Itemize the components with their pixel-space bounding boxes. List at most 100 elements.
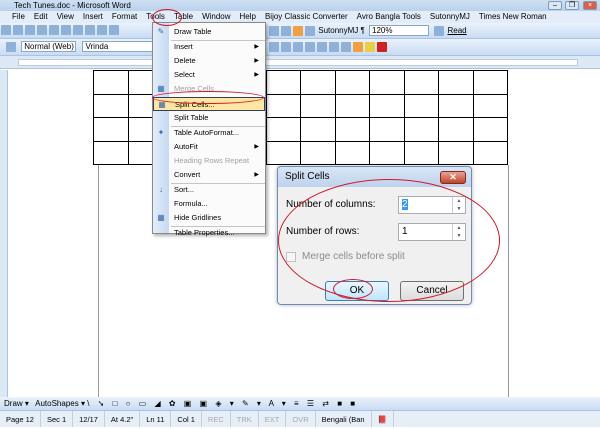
table-cell[interactable]	[265, 70, 301, 95]
submenu-arrow-icon: ▶	[254, 72, 259, 78]
menu-item-table-properties[interactable]: Table Properties...	[153, 226, 265, 240]
table-cell[interactable]	[265, 117, 301, 142]
menu-bijoy-classic-converter[interactable]: Bijoy Classic Converter	[265, 11, 348, 23]
standard-toolbar: SutonnyMJ ¶ 120% Read	[0, 23, 600, 39]
table-cell[interactable]	[300, 70, 336, 95]
table-cell[interactable]	[300, 93, 336, 118]
table-cell[interactable]	[472, 117, 508, 142]
annotation-circle	[278, 179, 500, 302]
status-ovr[interactable]: OVR	[286, 411, 316, 427]
spelling-icon[interactable]: 📕	[372, 411, 394, 427]
table-cell[interactable]	[403, 117, 439, 142]
menu-item-heading-rows-repeat[interactable]: Heading Rows Repeat	[153, 154, 265, 168]
table-cell[interactable]	[300, 140, 336, 165]
table-cell[interactable]	[438, 117, 474, 142]
menu-item-label: Table AutoFormat...	[174, 128, 240, 137]
menu-item-label: Draw Table	[174, 27, 212, 36]
menu-bar: File Edit View Insert Format Tools Table Window…	[0, 11, 600, 23]
menu-edit[interactable]: Edit	[34, 11, 48, 23]
table-cell[interactable]	[472, 140, 508, 165]
title-bar: Tech Tunes.doc - Microsoft Word – ❐ ×	[0, 0, 600, 11]
dialog-close-button[interactable]: ✕	[440, 171, 466, 184]
window-title: Tech Tunes.doc - Microsoft Word	[14, 1, 131, 10]
table-cell[interactable]	[334, 117, 370, 142]
table-cell[interactable]	[334, 140, 370, 165]
status-rec[interactable]: REC	[202, 411, 231, 427]
table-cell[interactable]	[472, 93, 508, 118]
submenu-arrow-icon: ▶	[254, 58, 259, 64]
draw-menu-button[interactable]: Draw	[4, 399, 23, 408]
menu-item-insert[interactable]: Insert ▶	[153, 40, 265, 54]
table-cell[interactable]	[403, 140, 439, 165]
table-cell[interactable]	[438, 140, 474, 165]
menu-item-split-table[interactable]: Split Table	[153, 111, 265, 125]
style-box[interactable]: Normal (Web)	[21, 41, 77, 52]
page-margin-line	[508, 165, 509, 397]
menu-item-delete[interactable]: Delete ▶	[153, 54, 265, 68]
table-cell[interactable]	[93, 117, 129, 142]
table-cell[interactable]	[438, 93, 474, 118]
menu-item-table-autoformat[interactable]: Table AutoFormat... ✦	[153, 126, 265, 140]
status-col: Col 1	[171, 411, 202, 427]
font-box[interactable]: Vrinda	[82, 41, 158, 52]
menu-item-label: Hide Gridlines	[174, 213, 222, 222]
vertical-ruler[interactable]	[0, 70, 8, 397]
table-cell[interactable]	[334, 93, 370, 118]
status-pages: 12/17	[73, 411, 105, 427]
autoshapes-button[interactable]: AutoShapes	[35, 399, 79, 408]
menu-insert[interactable]: Insert	[83, 11, 103, 23]
table-cell[interactable]	[369, 70, 405, 95]
minimize-button[interactable]: –	[548, 1, 562, 10]
status-ext[interactable]: EXT	[259, 411, 287, 427]
read-button[interactable]: Read	[448, 26, 467, 35]
zoom-box[interactable]: 120%	[369, 25, 430, 36]
restore-button[interactable]: ❐	[565, 1, 579, 10]
table-cell[interactable]	[403, 70, 439, 95]
table-cell[interactable]	[265, 140, 301, 165]
menu-item-label: Sort...	[174, 185, 195, 194]
pencil-icon: ✎	[157, 27, 165, 36]
menu-item-convert[interactable]: Convert ▶	[153, 168, 265, 182]
font-name-box[interactable]: SutonnyMJ	[318, 26, 358, 35]
table-cell[interactable]	[369, 117, 405, 142]
table-cell[interactable]	[334, 70, 370, 95]
menu-item-label: Formula...	[174, 199, 208, 208]
sort-icon: ↓	[159, 185, 163, 194]
page-margin-line	[98, 165, 99, 397]
menu-item-formula[interactable]: Formula...	[153, 197, 265, 211]
table-cell[interactable]	[300, 117, 336, 142]
table-cell[interactable]	[93, 70, 129, 95]
table-cell[interactable]	[265, 93, 301, 118]
table-cell[interactable]	[369, 140, 405, 165]
horizontal-ruler[interactable]	[0, 56, 600, 69]
status-trk[interactable]: TRK	[231, 411, 259, 427]
menu-file[interactable]: File	[12, 11, 25, 23]
menu-item-hide-gridlines[interactable]: Hide Gridlines ▦	[153, 211, 265, 225]
menu-item-sort[interactable]: Sort... ↓	[153, 183, 265, 197]
close-button[interactable]: ×	[583, 1, 597, 10]
menu-item-label: Insert	[174, 42, 193, 51]
menu-times-new-roman[interactable]: Times New Roman	[479, 11, 547, 23]
gridlines-icon: ▦	[157, 213, 165, 222]
table-cell[interactable]	[369, 93, 405, 118]
menu-item-autofit[interactable]: AutoFit ▶	[153, 140, 265, 154]
menu-item-label: Select	[174, 70, 195, 79]
menu-format[interactable]: Format	[112, 11, 137, 23]
table-cell[interactable]	[93, 140, 129, 165]
status-section: Sec 1	[41, 411, 74, 427]
menu-item-draw-table[interactable]: Draw Table ✎	[153, 25, 265, 39]
status-line: Ln 11	[140, 411, 172, 427]
menu-item-select[interactable]: Select ▶	[153, 68, 265, 82]
menu-view[interactable]: View	[57, 11, 74, 23]
submenu-arrow-icon: ▶	[254, 44, 259, 50]
table-cell[interactable]	[93, 93, 129, 118]
annotation-circle	[333, 279, 373, 299]
drawing-toolbar: Draw ▾ AutoShapes ▾ \ ➘ □ ○ ▭ ◢ ✿ ▣ ▣ ◈ …	[0, 397, 600, 410]
table-cell[interactable]	[403, 93, 439, 118]
table-cell[interactable]	[472, 70, 508, 95]
submenu-arrow-icon: ▶	[254, 144, 259, 150]
submenu-arrow-icon: ▶	[254, 172, 259, 178]
table-cell[interactable]	[438, 70, 474, 95]
menu-avro-bangla-tools[interactable]: Avro Bangla Tools	[357, 11, 421, 23]
menu-sutonnymj[interactable]: SutonnyMJ	[430, 11, 470, 23]
